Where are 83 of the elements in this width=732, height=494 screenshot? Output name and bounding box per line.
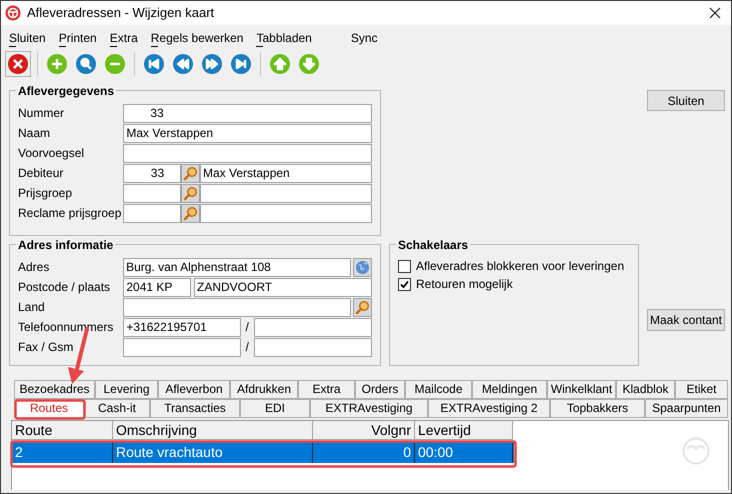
- highlight-frame: [14, 399, 86, 420]
- search-icon[interactable]: [75, 53, 97, 75]
- input-field[interactable]: 2041 KP: [123, 278, 192, 296]
- close-button[interactable]: Sluiten: [647, 90, 725, 111]
- rewind-icon[interactable]: [172, 53, 194, 75]
- arrow-up-icon[interactable]: [269, 53, 291, 75]
- lookup-button[interactable]: [181, 164, 200, 182]
- tab[interactable]: Spaarpunten: [645, 399, 728, 418]
- fast-forward-icon[interactable]: [201, 53, 223, 75]
- table-cell: 00:00: [415, 441, 513, 463]
- window-title: Afleveradressen - Wijzigen kaart: [27, 4, 216, 22]
- column-header[interactable]: Levertijd: [415, 421, 513, 440]
- column-header[interactable]: Volgnr: [313, 421, 415, 440]
- tab[interactable]: EDI: [240, 399, 310, 418]
- input-field[interactable]: Max Verstappen: [123, 124, 372, 142]
- input-field[interactable]: ZANDVOORT: [194, 278, 372, 296]
- checkbox-label: Retouren mogelijk: [416, 276, 513, 293]
- input-field[interactable]: [123, 298, 352, 316]
- table-cell: Route vrachtauto: [113, 441, 313, 463]
- field-label: Adres: [18, 259, 50, 276]
- lookup-button[interactable]: [181, 204, 200, 222]
- input-field[interactable]: [123, 144, 372, 162]
- cash-button[interactable]: Maak contant: [647, 309, 725, 331]
- input-field[interactable]: Burg. van Alphenstraat 108: [123, 258, 352, 276]
- tab[interactable]: EXTRAvestiging: [310, 399, 428, 418]
- field-label: Fax / Gsm: [18, 339, 74, 356]
- tab[interactable]: Transacties: [150, 399, 240, 418]
- table-row[interactable]: 2 Route vrachtauto 0 00:00: [12, 441, 514, 463]
- field-label: Naam: [18, 125, 52, 142]
- tab[interactable]: Afleverbon: [158, 380, 230, 399]
- skip-forward-icon[interactable]: [230, 53, 252, 75]
- display-field[interactable]: [200, 204, 372, 222]
- input-field[interactable]: 33: [123, 164, 182, 182]
- menu-item[interactable]: Sync: [350, 29, 378, 47]
- field-label: Land: [18, 299, 46, 316]
- close-icon[interactable]: [709, 7, 721, 19]
- input-field[interactable]: [123, 338, 241, 356]
- tab[interactable]: Bezoekadres: [14, 380, 95, 399]
- tab[interactable]: Winkelklant: [547, 380, 616, 399]
- tab[interactable]: Cash-it: [84, 399, 150, 418]
- tab[interactable]: Mailcode: [405, 380, 472, 399]
- input-field[interactable]: [254, 338, 372, 356]
- checkbox[interactable]: [398, 278, 411, 290]
- plus-icon[interactable]: [46, 53, 68, 75]
- display-field[interactable]: [200, 184, 372, 202]
- input-field[interactable]: 33: [123, 104, 372, 122]
- minus-icon[interactable]: [104, 53, 126, 75]
- table-cell: 0: [313, 441, 415, 463]
- field-label: Debiteur: [18, 165, 64, 182]
- field-label: Voorvoegsel: [18, 145, 86, 162]
- field-label: Telefoonnummers: [18, 319, 114, 336]
- input-field[interactable]: +31622195701: [123, 318, 241, 336]
- tab[interactable]: Meldingen: [472, 380, 547, 399]
- separator-text: /: [244, 339, 250, 356]
- lookup-button[interactable]: [353, 298, 372, 316]
- lookup-button[interactable]: [181, 184, 200, 202]
- logo-icon: [682, 437, 710, 465]
- input-field[interactable]: [123, 204, 182, 222]
- tab[interactable]: Extra: [298, 380, 355, 399]
- separator-text: /: [244, 319, 250, 336]
- tab[interactable]: Kladblok: [616, 380, 675, 399]
- field-label: Reclame prijsgroep: [18, 205, 122, 222]
- checkbox-label: Afleveradres blokkeren voor leveringen: [416, 258, 624, 275]
- field-label: Prijsgroep: [18, 185, 74, 202]
- table-cell: 2: [12, 441, 113, 463]
- input-field[interactable]: [254, 318, 372, 336]
- tab[interactable]: Orders: [355, 380, 405, 399]
- tab[interactable]: Levering: [95, 380, 158, 399]
- column-header[interactable]: Route: [12, 421, 113, 440]
- tab[interactable]: Afdrukken: [230, 380, 298, 399]
- column-header[interactable]: Omschrijving: [113, 421, 313, 440]
- arrow-down-icon[interactable]: [298, 53, 320, 75]
- tab[interactable]: Topbakkers: [550, 399, 645, 418]
- input-field[interactable]: [123, 184, 182, 202]
- field-label: Postcode / plaats: [18, 279, 112, 296]
- tab[interactable]: Etiket: [675, 380, 728, 399]
- display-field[interactable]: Max Verstappen: [200, 164, 372, 182]
- checkbox[interactable]: [398, 260, 411, 272]
- app-logo-icon: [5, 5, 21, 21]
- globe-button[interactable]: [353, 258, 372, 276]
- field-label: Nummer: [18, 105, 66, 122]
- skip-back-icon[interactable]: [143, 53, 165, 75]
- tab[interactable]: EXTRAvestiging 2: [428, 399, 550, 418]
